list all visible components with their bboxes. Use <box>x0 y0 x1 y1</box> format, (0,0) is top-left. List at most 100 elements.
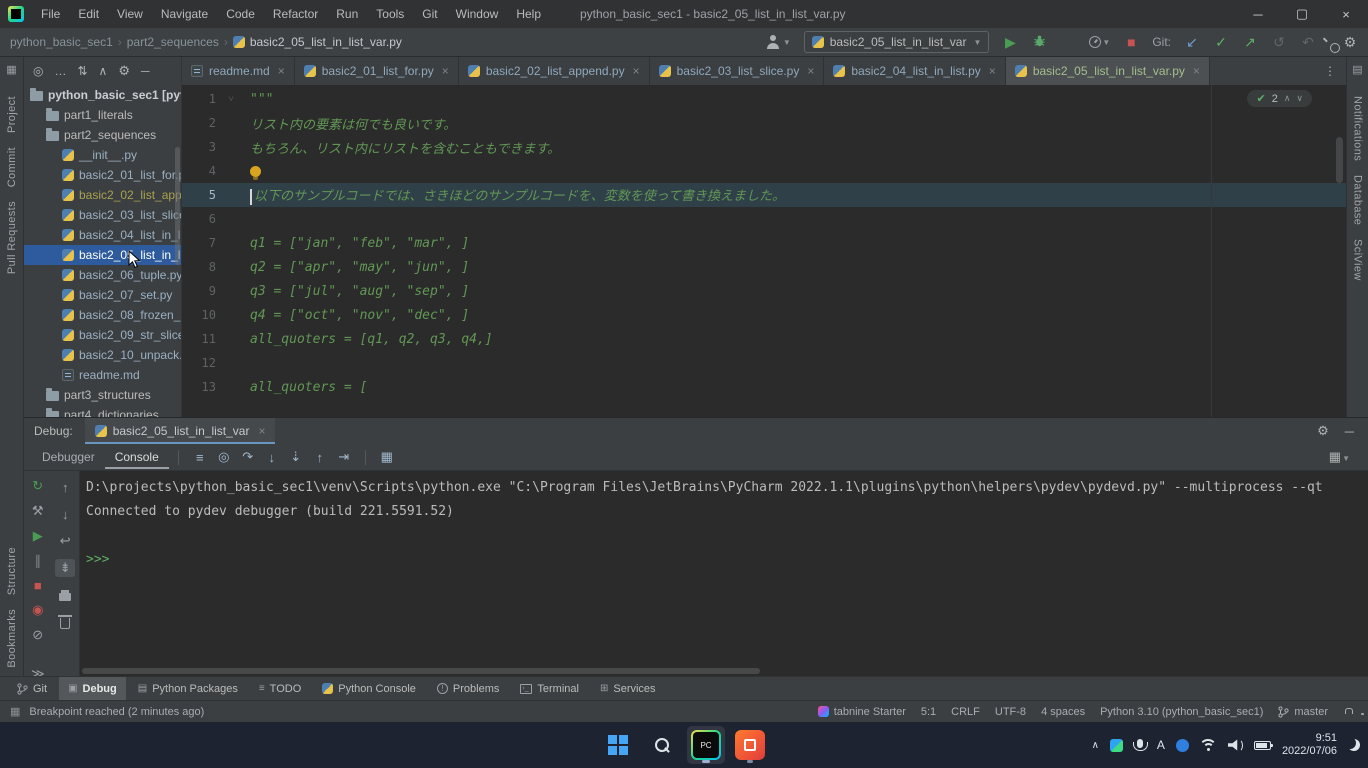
tree-row-folder[interactable]: part2_sequences <box>24 125 181 145</box>
caret-position[interactable]: 5:1 <box>921 706 936 718</box>
indent-setting[interactable]: 4 spaces <box>1041 706 1085 718</box>
project-stripe-icon[interactable]: ▦ <box>6 63 16 76</box>
run-to-cursor-icon[interactable]: ⇥ <box>332 449 356 465</box>
layout-settings-icon[interactable]: ▦▼ <box>1329 449 1360 465</box>
close-icon[interactable]: × <box>989 64 996 78</box>
show-execution-point-icon[interactable]: ◎ <box>212 449 236 465</box>
tab-readme[interactable]: readme.md× <box>182 57 295 85</box>
editor-line[interactable]: 10q4 = ["oct", "nov", "dec", ] <box>182 303 1346 327</box>
tree-row-file[interactable]: basic2_09_str_slice.py <box>24 325 181 345</box>
step-into-my-code-icon[interactable]: ⇣ <box>284 449 308 465</box>
menu-edit[interactable]: Edit <box>69 0 108 28</box>
start-button[interactable] <box>599 726 637 764</box>
rerun-icon[interactable]: ↻ <box>28 478 48 494</box>
step-into-icon[interactable]: ↓ <box>260 450 284 465</box>
collapse-all-icon[interactable]: ∧ <box>99 64 108 78</box>
update-project-button[interactable]: ↙ <box>1184 34 1200 50</box>
editor-line[interactable]: 1˅""" <box>182 87 1346 111</box>
tab-debugger[interactable]: Debugger <box>32 445 105 469</box>
menu-code[interactable]: Code <box>217 0 264 28</box>
menu-git[interactable]: Git <box>413 0 446 28</box>
tabnine-widget[interactable]: tabnine Starter <box>818 706 906 718</box>
editor-line[interactable]: 4 <box>182 159 1346 183</box>
menu-file[interactable]: File <box>32 0 69 28</box>
tree-row-file[interactable]: basic2_02_list_append.py <box>24 185 181 205</box>
blue-circle-icon[interactable] <box>1176 739 1189 752</box>
vertical-scrollbar[interactable] <box>1336 137 1343 183</box>
stripe-database[interactable]: Database <box>1352 175 1364 225</box>
menu-navigate[interactable]: Navigate <box>152 0 217 28</box>
close-icon[interactable]: × <box>442 64 449 78</box>
tray-app-icon[interactable] <box>1110 739 1123 752</box>
prev-issue-icon[interactable]: ∧ <box>1284 93 1291 104</box>
up-icon[interactable]: ↑ <box>55 478 75 496</box>
tree-row-file[interactable]: basic2_01_list_for.py <box>24 165 181 185</box>
stripe-pull-requests[interactable]: Pull Requests <box>6 201 18 274</box>
stripe-commit[interactable]: Commit <box>6 147 18 187</box>
editor-line[interactable]: 13all_quoters = [ <box>182 375 1346 399</box>
resume-icon[interactable]: ▶ <box>28 528 48 544</box>
run-button[interactable]: ▶ <box>1002 34 1018 50</box>
tree-row-file[interactable]: basic2_08_frozen_set.py <box>24 305 181 325</box>
editor-line[interactable]: 9q3 = ["jul", "aug", "sep", ] <box>182 279 1346 303</box>
vertical-scrollbar[interactable] <box>175 147 180 265</box>
tree-row-file[interactable]: basic2_07_set.py <box>24 285 181 305</box>
stripe-structure[interactable]: Structure <box>6 547 18 595</box>
tab-console[interactable]: Console <box>105 445 169 469</box>
close-icon[interactable]: × <box>1193 64 1200 78</box>
menu-view[interactable]: View <box>108 0 152 28</box>
breadcrumb-project[interactable]: python_basic_sec1 <box>10 35 113 49</box>
view-breakpoints-icon[interactable]: ◉ <box>28 602 48 618</box>
breadcrumb-file[interactable]: basic2_05_list_in_list_var.py <box>233 35 402 49</box>
editor-line[interactable]: 11all_quoters = [q1, q2, q3, q4,] <box>182 327 1346 351</box>
debug-button[interactable] <box>1031 34 1047 51</box>
rollback-button[interactable]: ↶ <box>1300 34 1316 50</box>
tree-row-folder[interactable]: part3_structures <box>24 385 181 405</box>
status-message[interactable]: Breakpoint reached (2 minutes ago) <box>29 706 204 718</box>
menu-window[interactable]: Window <box>447 0 508 28</box>
tree-row-file[interactable]: basic2_06_tuple.py <box>24 265 181 285</box>
editor-line[interactable]: 2リスト内の要素は何でも良いです。 <box>182 111 1346 135</box>
tree-row-root[interactable]: python_basic_sec1 [python_b <box>24 85 181 105</box>
git-branch-widget[interactable]: master <box>1278 706 1328 718</box>
print-icon[interactable] <box>55 586 75 604</box>
settings-wrench-icon[interactable]: ⚒ <box>28 503 48 519</box>
toolwindow-problems[interactable]: !Problems <box>428 677 508 700</box>
code-editor[interactable]: 1˅""" 2リスト内の要素は何でも良いです。 3もちろん、リスト内にリストを含… <box>182 85 1346 417</box>
editor-line-current[interactable]: 5以下のサンプルコードでは、さきほどのサンプルコードを、変数を使って書き換えまし… <box>182 183 1346 207</box>
mic-icon[interactable] <box>1137 739 1143 748</box>
stripe-sciview[interactable]: SciView <box>1352 239 1364 281</box>
inspection-widget[interactable]: ✔2∧∨ <box>1247 90 1312 107</box>
right-stripe-icon[interactable]: ▤ <box>1352 63 1362 76</box>
file-encoding[interactable]: UTF-8 <box>995 706 1026 718</box>
tab-options-icon[interactable]: ⋮ <box>1314 57 1346 85</box>
settings-gear-icon[interactable]: ⚙ <box>1342 34 1358 50</box>
close-icon[interactable]: × <box>258 424 265 438</box>
tray-chevron-icon[interactable]: ∧ <box>1092 740 1099 751</box>
stripe-project[interactable]: Project <box>6 96 18 133</box>
mute-breakpoints-icon[interactable]: ⊘ <box>28 627 48 643</box>
toolwindow-python-packages[interactable]: ▤Python Packages <box>129 677 247 700</box>
select-opened-file-icon[interactable]: ◎ <box>33 64 43 78</box>
close-icon[interactable]: × <box>807 64 814 78</box>
toolwindow-todo[interactable]: ≡TODO <box>250 677 310 700</box>
toolwindow-services[interactable]: ⊞Services <box>591 677 665 700</box>
tree-row-file[interactable]: __init__.py <box>24 145 181 165</box>
horizontal-scrollbar[interactable] <box>82 668 760 674</box>
tree-row-file[interactable]: basic2_10_unpack.py <box>24 345 181 365</box>
tab-basic2-05-active[interactable]: basic2_05_list_in_list_var.py× <box>1006 57 1210 85</box>
stop-button[interactable]: ■ <box>1123 34 1139 50</box>
tool-windows-icon[interactable]: ▦ <box>10 705 20 718</box>
pause-icon[interactable]: ∥ <box>28 553 48 569</box>
stop-icon[interactable]: ■ <box>28 578 48 593</box>
user-menu[interactable]: ▼ <box>766 35 791 49</box>
intention-bulb-icon[interactable] <box>250 166 261 177</box>
scroll-to-end-icon[interactable]: ⇟ <box>55 559 75 577</box>
view-as-grid-icon[interactable]: ▦ <box>375 449 399 465</box>
editor-line[interactable]: 3もちろん、リスト内にリストを含むこともできます。 <box>182 135 1346 159</box>
maximize-button[interactable]: ▢ <box>1280 0 1324 28</box>
more-options-icon[interactable]: … <box>54 64 66 78</box>
tree-row-file[interactable]: basic2_04_list_in_list.py <box>24 225 181 245</box>
ime-mode[interactable]: A <box>1157 738 1165 752</box>
tab-basic2-02[interactable]: basic2_02_list_append.py× <box>459 57 650 85</box>
